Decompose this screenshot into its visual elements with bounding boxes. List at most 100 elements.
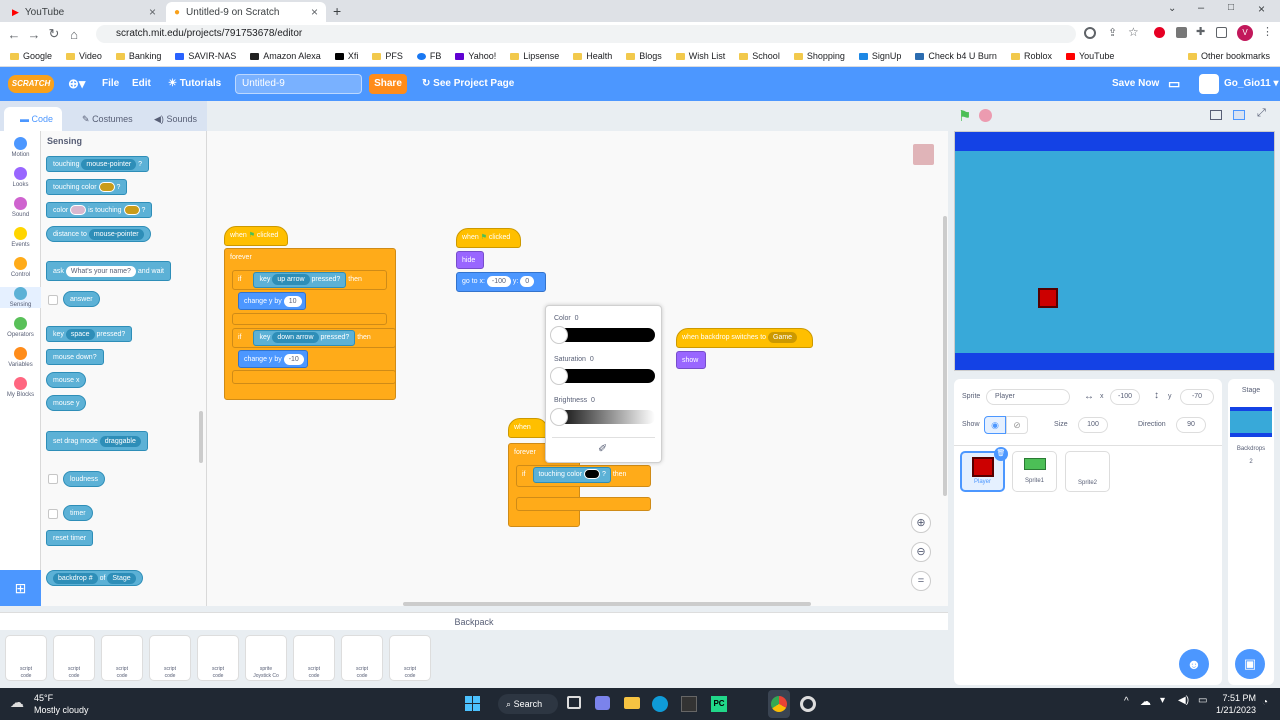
project-title-input[interactable]: Untitled-9 bbox=[235, 74, 362, 94]
bookmark-pfs[interactable]: PFS bbox=[372, 51, 403, 61]
palette-scrollbar[interactable] bbox=[199, 411, 203, 463]
account-menu[interactable]: Go_Gio11 ▾ bbox=[1224, 67, 1279, 101]
direction-input[interactable]: 90 bbox=[1176, 417, 1206, 433]
show-visible-eye-icon[interactable]: ◉ bbox=[984, 416, 1006, 434]
green-flag-icon[interactable]: ⚑ bbox=[958, 107, 971, 125]
if-block-up[interactable]: if key up arrow pressed? then bbox=[232, 270, 387, 290]
bookmark-banking[interactable]: Banking bbox=[115, 51, 161, 61]
dropdown-backdrop[interactable]: Game bbox=[768, 331, 798, 343]
onedrive-icon[interactable]: ☁ bbox=[1140, 695, 1151, 708]
zoom-out-icon[interactable]: ⊖ bbox=[911, 542, 931, 562]
bookmark-blogs[interactable]: Blogs bbox=[626, 51, 662, 61]
bookmark-google[interactable]: Google bbox=[10, 51, 52, 61]
bookmark-lipsense[interactable]: Lipsense bbox=[510, 51, 559, 61]
tab-code[interactable]: ▬ Code bbox=[4, 107, 62, 131]
file-explorer-icon[interactable] bbox=[624, 697, 640, 709]
other-bookmarks[interactable]: Other bookmarks bbox=[1187, 51, 1270, 61]
chrome-menu-icon[interactable]: ⋮ bbox=[1262, 25, 1273, 38]
dropdown-up-arrow[interactable]: up arrow bbox=[272, 273, 310, 285]
language-globe-icon[interactable]: ⊕▾ bbox=[68, 67, 85, 101]
task-view-icon[interactable] bbox=[567, 696, 581, 709]
backpack-item[interactable]: script code bbox=[149, 635, 191, 681]
bookmark-school[interactable]: School bbox=[739, 51, 780, 61]
sprite-thumb-sprite1[interactable]: Sprite1 bbox=[1012, 451, 1057, 492]
y-input[interactable]: -70 bbox=[1180, 389, 1214, 405]
block-color-is-touching[interactable]: color is touching ? bbox=[46, 202, 153, 218]
reload-icon[interactable]: ↻ bbox=[44, 26, 64, 42]
my-stuff-folder-icon[interactable]: ▭ bbox=[1168, 67, 1180, 101]
url-field[interactable]: scratch.mit.edu/projects/791753678/edito… bbox=[96, 25, 1076, 43]
category-sound[interactable]: Sound bbox=[0, 197, 41, 218]
hat-when-backdrop-switches[interactable]: when backdrop switches to Game bbox=[676, 328, 813, 348]
bookmark-youtube[interactable]: YouTube bbox=[1065, 51, 1114, 61]
choose-sprite-icon[interactable]: ☻ bbox=[1179, 649, 1209, 679]
color-swatch-black[interactable] bbox=[584, 469, 600, 480]
category-looks[interactable]: Looks bbox=[0, 167, 41, 188]
battery-icon[interactable]: ▭ bbox=[1198, 695, 1207, 706]
bookmark-yahoo[interactable]: Yahoo! bbox=[455, 51, 496, 61]
tab-search-icon[interactable]: ⌄ bbox=[1168, 3, 1176, 14]
dropdown-property[interactable]: backdrop # bbox=[53, 572, 98, 584]
dropdown-drag-mode[interactable]: draggable bbox=[99, 435, 141, 447]
show-block[interactable]: show bbox=[676, 351, 706, 369]
key-pressed-down[interactable]: key down arrow pressed? bbox=[253, 330, 356, 346]
color-slider-knob[interactable] bbox=[550, 326, 568, 344]
saturation-slider-knob[interactable] bbox=[550, 367, 568, 385]
backdrop-thumbnail[interactable] bbox=[1230, 407, 1272, 437]
stop-icon[interactable] bbox=[979, 109, 992, 122]
menu-tutorials[interactable]: ☀ Tutorials bbox=[168, 67, 221, 101]
user-avatar[interactable] bbox=[1199, 74, 1219, 94]
pycharm-icon[interactable]: PC bbox=[711, 696, 727, 712]
normal-stage-icon[interactable] bbox=[1233, 110, 1245, 120]
change-y-by-10[interactable]: change y by 10 bbox=[238, 292, 306, 310]
backpack-item[interactable]: sprite Joystick Co bbox=[245, 635, 287, 681]
backpack-item[interactable]: script code bbox=[341, 635, 383, 681]
block-mouse-x[interactable]: mouse x bbox=[46, 372, 87, 388]
bookmark-shopping[interactable]: Shopping bbox=[793, 51, 845, 61]
sprite-thumb-sprite2[interactable]: Sprite2 bbox=[1065, 451, 1110, 492]
block-set-drag-mode[interactable]: set drag mode draggable bbox=[46, 431, 148, 451]
dropdown-key[interactable]: space bbox=[65, 328, 95, 340]
dropdown-mouse-pointer[interactable]: mouse-pointer bbox=[81, 158, 137, 170]
player-sprite[interactable] bbox=[1038, 288, 1058, 308]
backpack-item[interactable]: script code bbox=[101, 635, 143, 681]
hat-when-flag-clicked[interactable]: when ⚑ clicked bbox=[224, 226, 288, 246]
backpack-header[interactable]: Backpack bbox=[0, 612, 948, 630]
small-stage-icon[interactable] bbox=[1210, 110, 1222, 120]
volume-icon[interactable]: ◀) bbox=[1178, 695, 1189, 706]
size-input[interactable]: 100 bbox=[1078, 417, 1108, 433]
bookmark-amazon-alexa[interactable]: Amazon Alexa bbox=[250, 51, 321, 61]
add-extension-button[interactable]: ⊞ bbox=[0, 570, 41, 606]
block-reset-timer[interactable]: reset timer bbox=[46, 530, 94, 546]
if-block-down[interactable]: if key down arrow pressed? then bbox=[232, 328, 396, 348]
maximize-icon[interactable]: □ bbox=[1228, 2, 1234, 13]
tab-youtube[interactable]: ▶ YouTube × bbox=[4, 2, 164, 22]
dropdown-object[interactable]: Stage bbox=[107, 572, 136, 584]
checkbox-timer[interactable] bbox=[48, 509, 58, 519]
clock-date[interactable]: 1/21/2023 bbox=[1210, 705, 1256, 715]
bookmark-star-icon[interactable]: ☆ bbox=[1128, 25, 1139, 39]
color-slider[interactable] bbox=[550, 326, 655, 344]
go-to-xy-block[interactable]: go to x: -100 y: 0 bbox=[456, 272, 546, 292]
close-tab-icon[interactable]: × bbox=[149, 5, 156, 19]
dropdown-down-arrow[interactable]: down arrow bbox=[272, 331, 319, 343]
dropdown-mouse-pointer[interactable]: mouse-pointer bbox=[88, 228, 144, 240]
block-touching-color[interactable]: touching color ? bbox=[46, 179, 128, 195]
forward-icon[interactable]: → bbox=[24, 27, 44, 42]
pinterest-icon[interactable] bbox=[1154, 27, 1165, 38]
hide-block[interactable]: hide bbox=[456, 251, 484, 269]
close-tab-icon[interactable]: × bbox=[311, 5, 318, 19]
bookmark-fb[interactable]: FB bbox=[416, 51, 441, 61]
category-my-blocks[interactable]: My Blocks bbox=[0, 377, 41, 398]
teams-chat-icon[interactable] bbox=[595, 696, 610, 710]
google-lens-icon[interactable] bbox=[1084, 27, 1096, 39]
chrome-icon[interactable] bbox=[771, 696, 787, 712]
home-icon[interactable]: ⌂ bbox=[64, 27, 84, 42]
backpack-item[interactable]: script code bbox=[5, 635, 47, 681]
checkbox-loudness[interactable] bbox=[48, 474, 58, 484]
network-icon[interactable]: ▾ bbox=[1160, 695, 1165, 706]
block-touching[interactable]: touching mouse-pointer ? bbox=[46, 156, 150, 172]
see-project-page-button[interactable]: ↻ See Project Page bbox=[422, 67, 514, 101]
hat-when-flag-clicked-3[interactable]: when bbox=[508, 418, 548, 438]
hat-when-flag-clicked-2[interactable]: when ⚑ clicked bbox=[456, 228, 521, 248]
